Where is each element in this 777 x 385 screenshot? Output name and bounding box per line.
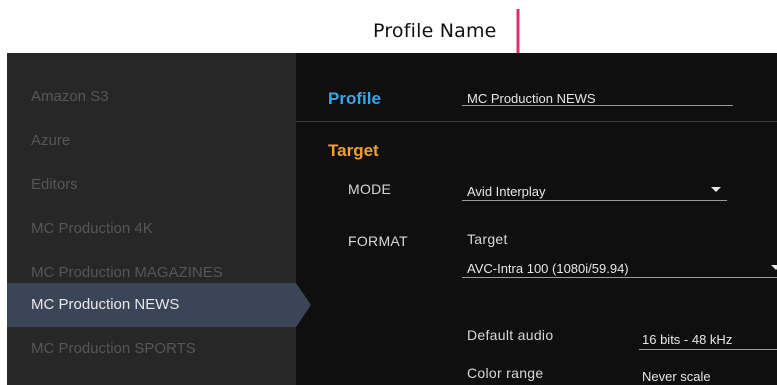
mode-select[interactable]: Avid Interplay [467, 184, 546, 199]
format-target-label: Target [467, 231, 508, 247]
color-range-label: Color range [467, 365, 544, 381]
sidebar-item-mc-production-news[interactable]: MC Production NEWS [7, 283, 296, 327]
format-select[interactable]: AVC-Intra 100 (1080i/59.94) [467, 261, 629, 276]
default-audio-select[interactable]: 16 bits - 48 kHz [642, 332, 732, 347]
profile-section-title: Profile [328, 89, 381, 108]
default-audio-label: Default audio [467, 327, 554, 343]
color-range-select[interactable]: Never scale [642, 369, 711, 384]
format-label: FORMAT [348, 233, 408, 249]
section-divider [296, 121, 777, 122]
mode-label: MODE [348, 181, 392, 197]
sidebar-item-editors[interactable]: Editors [7, 163, 296, 207]
sidebar: Amazon S3 Azure Editors MC Production 4K… [7, 53, 296, 385]
sidebar-item-azure[interactable]: Azure [7, 119, 296, 163]
profile-name-input[interactable]: MC Production NEWS [467, 91, 596, 106]
sidebar-item-mc-production-4k[interactable]: MC Production 4K [7, 207, 296, 251]
mode-underline [462, 200, 727, 201]
annotation-label: Profile Name [373, 20, 497, 42]
default-audio-underline [639, 349, 777, 350]
mode-chevron-down-icon[interactable] [711, 187, 721, 192]
sidebar-item-amazon-s3[interactable]: Amazon S3 [7, 75, 296, 119]
profile-editor: Profile MC Production NEWS Target MODE A… [296, 53, 777, 385]
profile-name-underline [462, 105, 733, 106]
format-underline [462, 277, 777, 278]
sidebar-item-mc-production-sports[interactable]: MC Production SPORTS [7, 327, 296, 371]
app-window: Amazon S3 Azure Editors MC Production 4K… [7, 53, 777, 385]
format-chevron-down-icon[interactable] [771, 265, 777, 270]
target-section-title: Target [328, 141, 379, 160]
